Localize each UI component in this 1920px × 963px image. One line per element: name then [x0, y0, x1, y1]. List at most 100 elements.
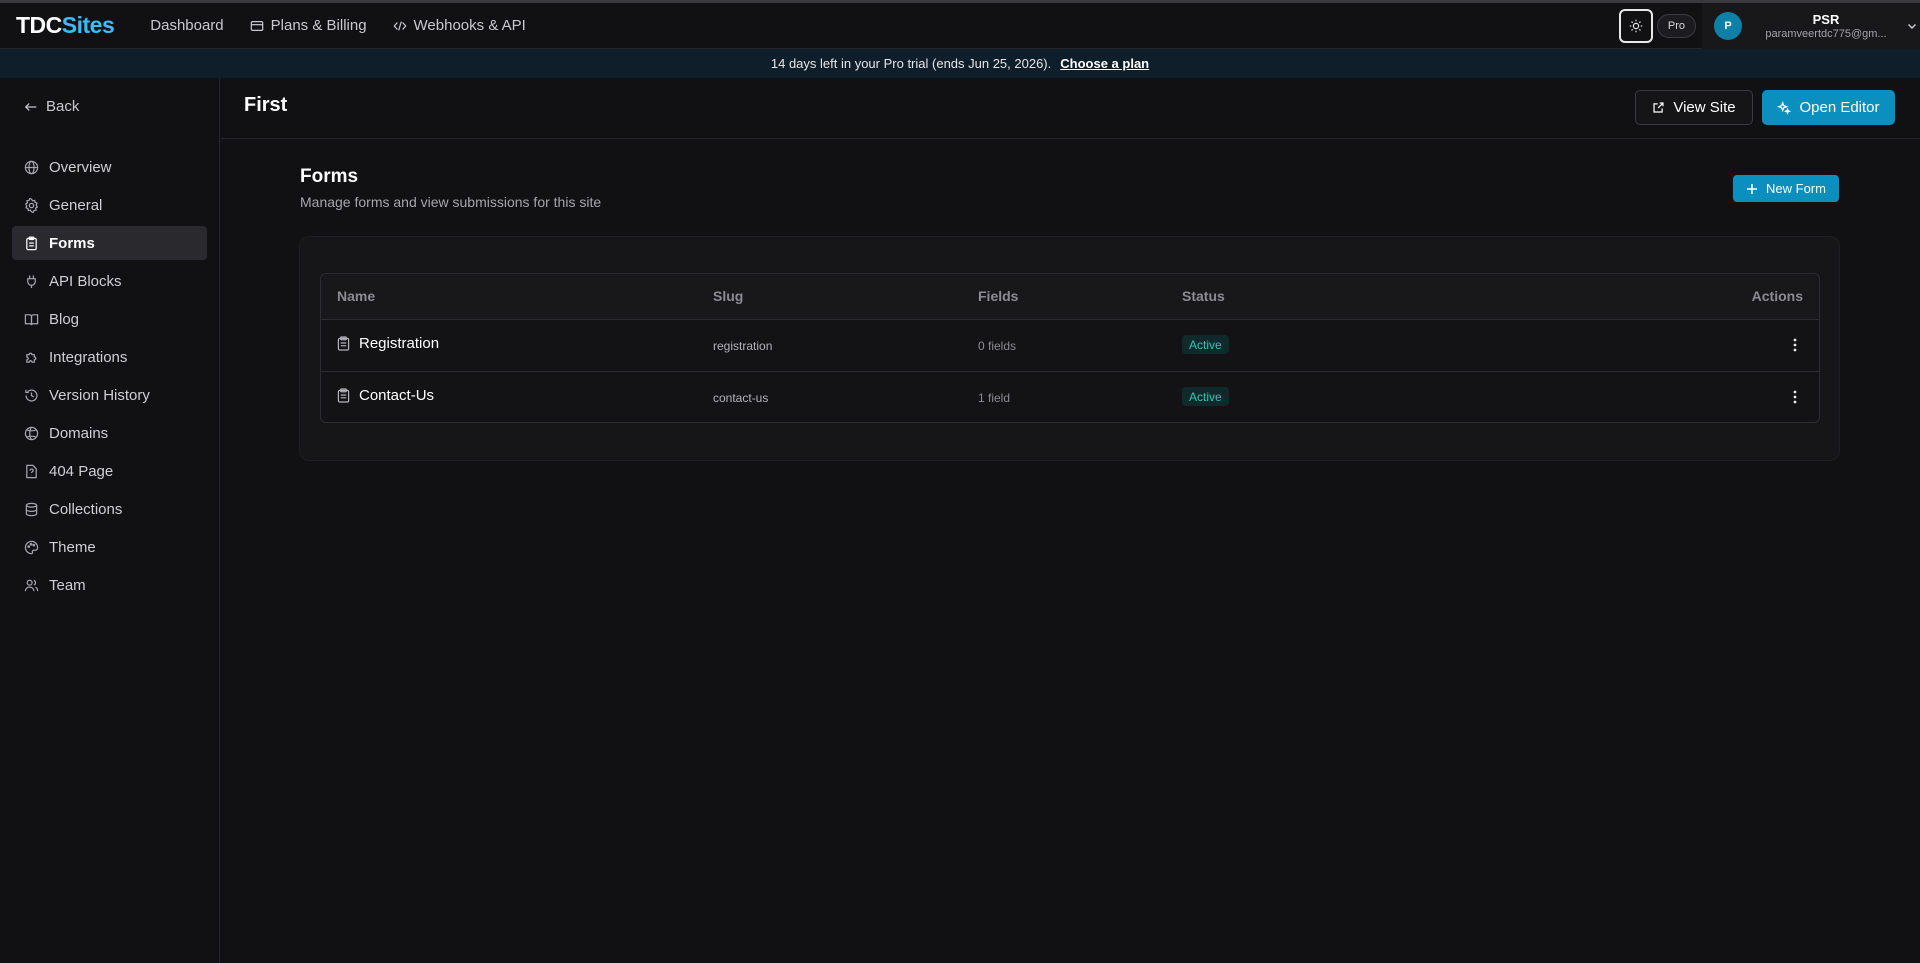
nav-webhooks-api-label: Webhooks & API — [413, 17, 526, 34]
gear-icon — [24, 197, 39, 213]
table-row[interactable]: Registration registration 0 fields Activ… — [321, 319, 1819, 371]
sidebar-item-label: General — [49, 196, 103, 214]
forms-card: Name Slug Fields Status Actions Registra… — [299, 236, 1840, 461]
user-menu-button[interactable]: P PSR paramveertdc775@gm... — [1702, 3, 1920, 49]
logo-text-primary: TDC — [16, 12, 62, 38]
forms-section-description: Manage forms and view submissions for th… — [300, 194, 602, 210]
nav-plans-billing[interactable]: Plans & Billing — [250, 17, 367, 34]
nav-dashboard-label: Dashboard — [150, 17, 224, 34]
column-header-slug[interactable]: Slug — [713, 288, 743, 304]
status-badge: Active — [1182, 335, 1229, 354]
sidebar-item-integrations[interactable]: Integrations — [12, 340, 207, 374]
sidebar-item-label: Forms — [49, 234, 95, 252]
sidebar-item-forms[interactable]: Forms — [12, 226, 207, 260]
puzzle-icon — [26, 352, 37, 363]
external-link-icon — [1653, 102, 1664, 113]
trial-banner: 14 days left in your Pro trial (ends Jun… — [0, 49, 1920, 78]
file-question-icon — [26, 464, 37, 478]
new-form-label: New Form — [1766, 181, 1826, 196]
form-name-cell[interactable]: Registration — [337, 335, 439, 352]
open-editor-button[interactable]: Open Editor — [1762, 90, 1895, 125]
nav-webhooks-api[interactable]: Webhooks & API — [393, 17, 526, 34]
nav-dashboard[interactable]: Dashboard — [150, 17, 223, 34]
column-header-status[interactable]: Status — [1182, 288, 1225, 304]
avatar: P — [1714, 12, 1742, 40]
clipboard-icon — [337, 336, 350, 351]
new-form-button[interactable]: New Form — [1733, 175, 1839, 202]
plug-icon — [27, 274, 36, 288]
sidebar-item-blog[interactable]: Blog — [12, 302, 207, 336]
users-icon — [24, 579, 39, 591]
sidebar-item-version-history[interactable]: Version History — [12, 378, 207, 412]
top-nav: Dashboard Plans & Billing Webhooks & API — [150, 17, 526, 34]
plus-icon — [1747, 183, 1758, 194]
sidebar-item-label: Version History — [49, 386, 150, 404]
form-slug: registration — [713, 339, 773, 353]
page-header: First View Site Open Editor — [221, 78, 1920, 139]
user-email: paramveertdc775@gm... — [1765, 27, 1887, 40]
book-icon — [24, 313, 39, 325]
open-editor-label: Open Editor — [1799, 99, 1880, 116]
forms-section-title: Forms — [300, 166, 359, 187]
status-badge: Active — [1182, 387, 1229, 406]
sidebar-item-collections[interactable]: Collections — [12, 492, 207, 526]
globe-icon — [24, 160, 39, 174]
sidebar-item-label: Blog — [49, 310, 80, 328]
page-title: First — [244, 94, 288, 116]
credit-card-icon — [250, 20, 263, 31]
back-link[interactable]: Back — [24, 98, 79, 115]
form-slug: contact-us — [713, 391, 769, 405]
sidebar-nav: Overview General Forms API Blocks Blog I… — [12, 150, 207, 606]
trial-banner-text: 14 days left in your Pro trial (ends Jun… — [770, 56, 1052, 71]
sidebar-item-general[interactable]: General — [12, 188, 207, 222]
sidebar-item-team[interactable]: Team — [12, 568, 207, 602]
code-icon — [393, 20, 407, 31]
column-header-fields[interactable]: Fields — [978, 288, 1018, 304]
table-row[interactable]: Contact-Us contact-us 1 field Active — [321, 371, 1819, 422]
form-name-cell[interactable]: Contact-Us — [337, 387, 434, 404]
sidebar-item-label: Integrations — [49, 348, 128, 366]
sidebar-item-api-blocks[interactable]: API Blocks — [12, 264, 207, 298]
palette-icon — [24, 540, 39, 554]
column-header-name[interactable]: Name — [337, 288, 375, 304]
logo-text-accent: Sites — [61, 12, 115, 38]
sidebar: Back Overview General Forms API Blocks B… — [0, 78, 220, 963]
sparkle-icon — [1777, 100, 1792, 115]
clipboard-icon — [337, 388, 350, 403]
more-vertical-icon — [1793, 338, 1797, 352]
sidebar-item-label: API Blocks — [49, 272, 122, 290]
nav-plans-billing-label: Plans & Billing — [270, 17, 367, 34]
form-fields-count: 0 fields — [978, 339, 1017, 353]
form-name: Registration — [359, 335, 440, 352]
back-label: Back — [46, 98, 80, 115]
choose-plan-link[interactable]: Choose a plan — [1060, 56, 1149, 71]
sidebar-item-label: 404 Page — [49, 462, 114, 480]
more-vertical-icon — [1793, 390, 1797, 404]
history-icon — [25, 388, 38, 401]
sidebar-item-overview[interactable]: Overview — [12, 150, 207, 184]
sidebar-item-label: Theme — [49, 538, 96, 556]
clipboard-icon — [26, 236, 37, 250]
sidebar-item-404-page[interactable]: 404 Page — [12, 454, 207, 488]
row-actions-button[interactable] — [1783, 333, 1807, 357]
theme-toggle-button[interactable] — [1618, 9, 1653, 43]
app-logo[interactable]: TDC Sites — [16, 12, 115, 39]
row-actions-button[interactable] — [1783, 385, 1807, 409]
view-site-button[interactable]: View Site — [1635, 90, 1753, 125]
table-header: Name Slug Fields Status Actions — [321, 274, 1819, 319]
header-actions: Pro P PSR paramveertdc775@gm... — [1618, 3, 1920, 49]
sidebar-item-domains[interactable]: Domains — [12, 416, 207, 450]
sidebar-item-label: Team — [49, 576, 86, 594]
forms-table: Name Slug Fields Status Actions Registra… — [320, 273, 1820, 423]
sidebar-item-label: Collections — [49, 500, 123, 518]
user-info: PSR paramveertdc775@gm... — [1752, 12, 1900, 41]
sun-icon — [1629, 19, 1643, 33]
plan-badge: Pro — [1656, 14, 1696, 38]
sidebar-item-theme[interactable]: Theme — [12, 530, 207, 564]
arrow-left-icon — [24, 102, 37, 111]
chevron-down-icon — [1908, 24, 1916, 29]
sidebar-item-label: Domains — [49, 424, 109, 442]
globe-grid-icon — [24, 426, 39, 440]
top-bar: TDC Sites Dashboard Plans & Billing Webh… — [0, 0, 1920, 49]
form-fields-count: 1 field — [978, 391, 1011, 405]
